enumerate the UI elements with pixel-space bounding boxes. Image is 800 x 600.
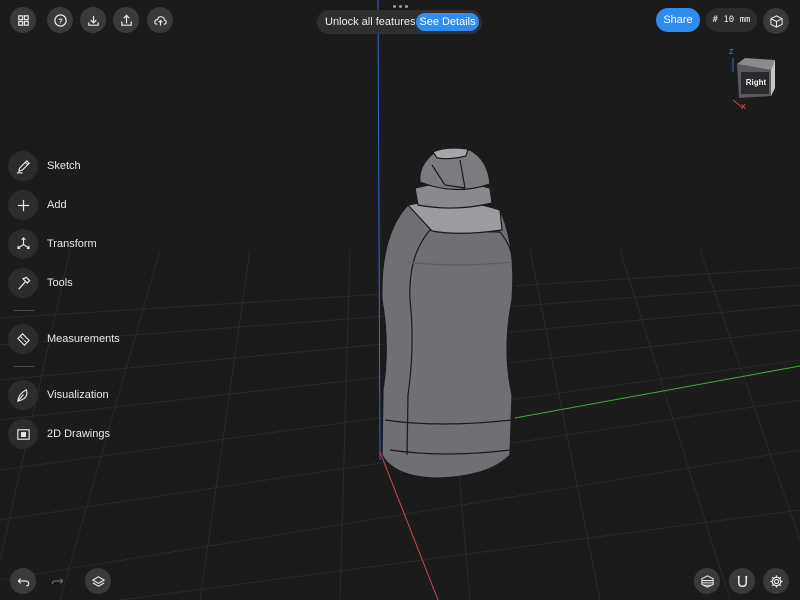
snap-magnet-icon[interactable] (729, 568, 755, 594)
drawing-sheet-icon (8, 419, 38, 449)
layers-icon[interactable] (85, 568, 111, 594)
grid-menu-icon[interactable] (10, 7, 36, 33)
sidebar-item-label: Transform (47, 238, 97, 250)
sidebar-item-measurements[interactable]: Measurements (8, 324, 120, 354)
sidebar-item-2d-drawings[interactable]: 2D Drawings (8, 419, 110, 449)
sidebar-item-label: Sketch (47, 160, 81, 172)
sidebar-item-visualization[interactable]: Visualization (8, 380, 109, 410)
cube-x-axis-label: X (741, 104, 746, 111)
settings-gear-icon[interactable] (763, 568, 789, 594)
sidebar-item-label: Visualization (47, 389, 109, 401)
bottle-model[interactable] (381, 147, 516, 479)
sidebar-divider (14, 366, 34, 367)
sidebar-item-sketch[interactable]: Sketch (8, 151, 81, 181)
sidebar-item-tools[interactable]: Tools (8, 268, 73, 298)
section-view-icon[interactable] (694, 568, 720, 594)
sidebar-divider (14, 310, 34, 311)
svg-text:?: ? (58, 16, 63, 25)
help-icon[interactable]: ? (47, 7, 73, 33)
cube-face-label: Right (745, 78, 767, 87)
cube-z-axis-label: Z (729, 49, 734, 56)
view-mode-icon[interactable] (763, 8, 789, 34)
grid-units-button[interactable]: # 10 mm (706, 8, 757, 32)
cloud-upload-icon[interactable] (147, 7, 173, 33)
sidebar-item-label: Measurements (47, 333, 120, 345)
sidebar-item-label: Add (47, 199, 67, 211)
sidebar-item-add[interactable]: Add (8, 190, 67, 220)
view-cube[interactable]: Z X Right (725, 48, 781, 114)
pencil-icon (8, 151, 38, 181)
sidebar-item-transform[interactable]: Transform (8, 229, 97, 259)
plus-icon (8, 190, 38, 220)
promo-banner: Unlock all features See Details (317, 10, 482, 34)
z-axis-line (377, 0, 381, 461)
share-button[interactable]: Share (656, 8, 700, 32)
undo-icon[interactable] (10, 568, 36, 594)
sidebar-item-label: 2D Drawings (47, 428, 110, 440)
import-icon[interactable] (80, 7, 106, 33)
redo-icon[interactable] (44, 568, 70, 594)
3d-viewport[interactable] (0, 0, 800, 600)
promo-text: Unlock all features (325, 16, 416, 28)
transform-arrows-icon (8, 229, 38, 259)
y-axis-line (514, 365, 800, 419)
visualization-icon (8, 380, 38, 410)
ruler-icon (8, 324, 38, 354)
see-details-button[interactable]: See Details (416, 13, 479, 31)
hammer-icon (8, 268, 38, 298)
export-icon[interactable] (113, 7, 139, 33)
sidebar-item-label: Tools (47, 277, 73, 289)
